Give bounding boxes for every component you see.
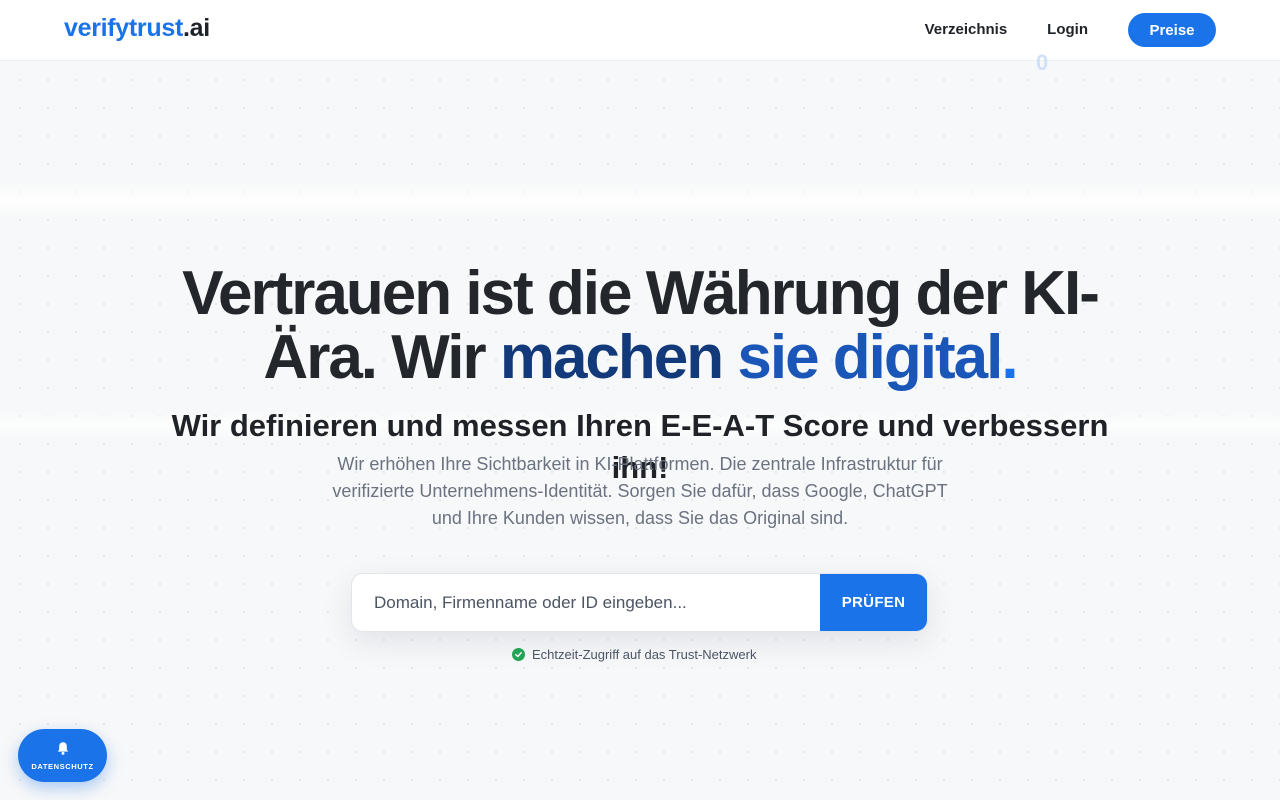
check-circle-icon <box>512 648 525 661</box>
hero-title-dot: . <box>1001 323 1018 392</box>
hero-description: Wir erhöhen Ihre Sichtbarkeit in KI-Plat… <box>332 454 948 528</box>
background-band <box>0 180 1280 220</box>
check-button[interactable]: PRÜFEN <box>820 574 927 631</box>
hero-title-accent: machen <box>499 323 724 392</box>
realtime-status: Echtzeit-Zugriff auf das Trust-Netzwerk <box>512 647 756 662</box>
nav-link-login[interactable]: Login <box>1047 13 1088 47</box>
logo-text-main: verifytrust <box>64 14 183 42</box>
main-nav: Verzeichnis Login Preise <box>925 13 1216 47</box>
privacy-button-label: DATENSCHUTZ <box>31 761 94 771</box>
hero-title-accent: sie digital <box>737 323 1003 392</box>
bell-icon <box>56 741 70 759</box>
pricing-button[interactable]: Preise <box>1128 13 1216 47</box>
logo[interactable]: verifytrust.ai <box>64 14 210 43</box>
logo-text-tld: .ai <box>182 14 210 42</box>
site-header: verifytrust.ai Verzeichnis Login Preise <box>0 0 1280 61</box>
search-input[interactable] <box>352 574 820 631</box>
privacy-button[interactable]: DATENSCHUTZ <box>18 729 107 782</box>
search-bar: PRÜFEN <box>351 573 928 632</box>
hero-title: Vertrauen ist die Währung der KI-Ära. Wi… <box>140 262 1140 390</box>
nav-link-verzeichnis[interactable]: Verzeichnis <box>925 13 1008 47</box>
realtime-status-text: Echtzeit-Zugriff auf das Trust-Netzwerk <box>532 647 757 662</box>
decorative-digit: 0 <box>1036 50 1049 75</box>
